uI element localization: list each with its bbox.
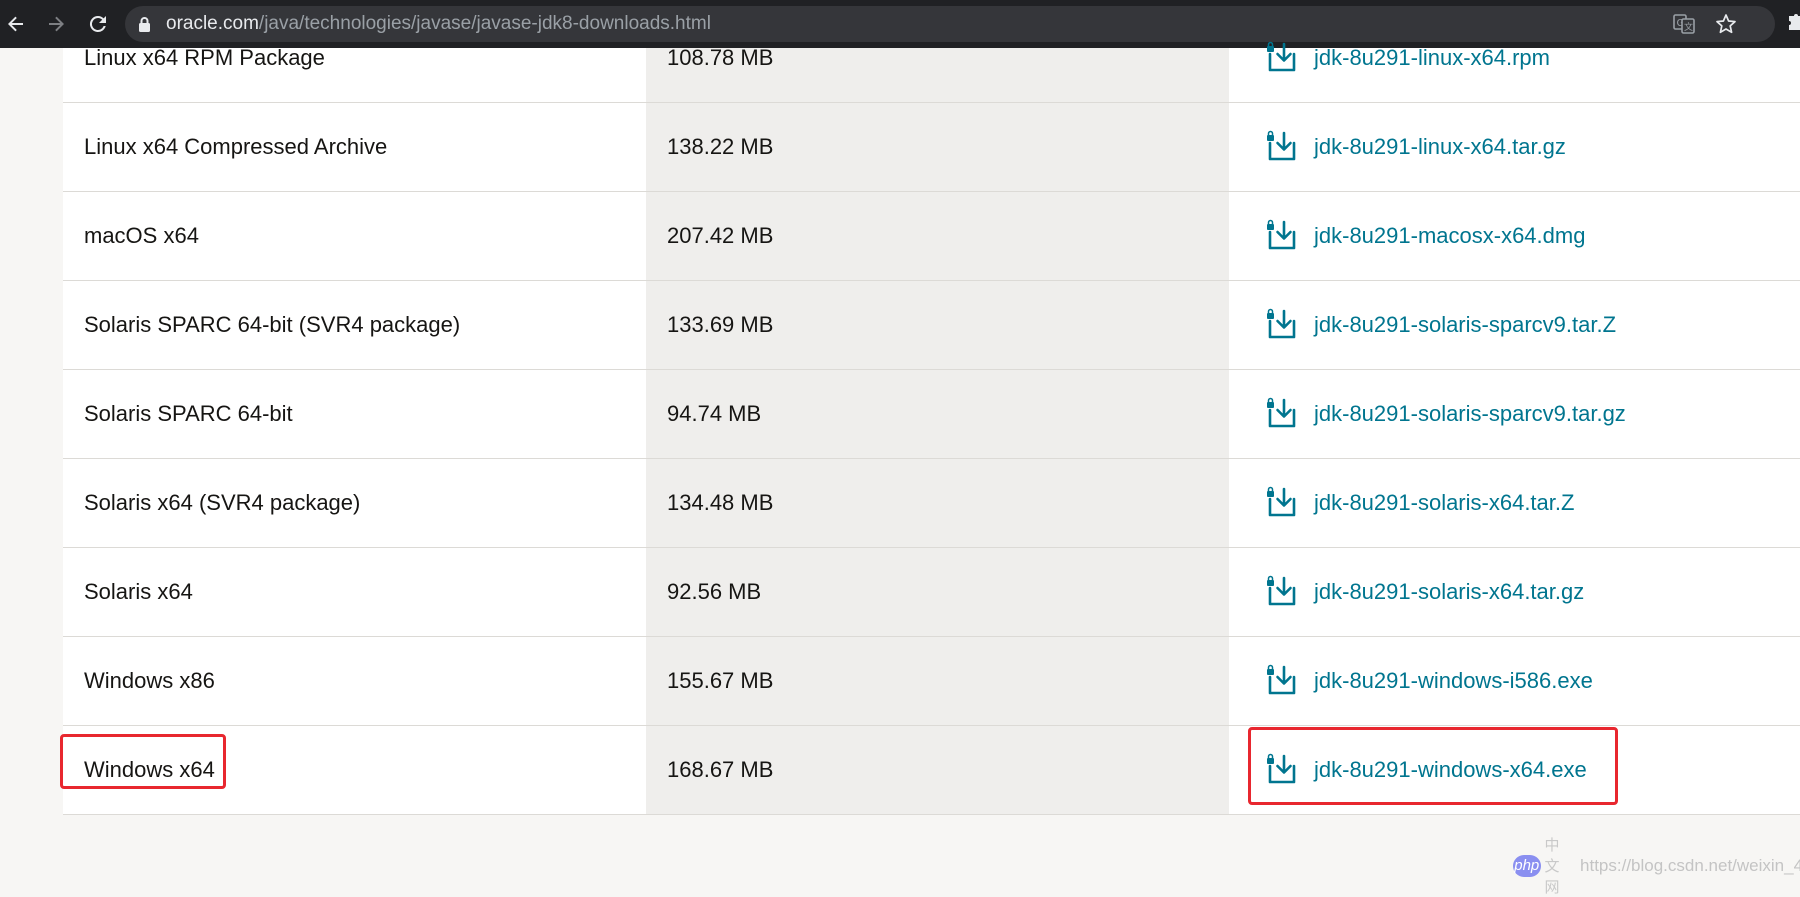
table-row: Linux x64 RPM Package 108.78 MB jdk-8u291-…: [63, 14, 1800, 103]
table-row: Linux x64 Compressed Archive 138.22 MB jdk…: [63, 103, 1800, 192]
product-name: Windows x86: [84, 668, 215, 693]
download-cell[interactable]: jdk-8u291-solaris-sparcv9.tar.gz: [1264, 370, 1626, 458]
product-name: Linux x64 RPM Package: [84, 45, 325, 70]
product-name: Solaris x64: [84, 579, 193, 604]
download-icon[interactable]: [1264, 396, 1300, 432]
download-cell[interactable]: jdk-8u291-macosx-x64.dmg: [1264, 192, 1585, 280]
watermark-url: https://blog.csdn.net/weixin_43884234: [1580, 855, 1800, 875]
download-cell[interactable]: jdk-8u291-solaris-x64.tar.gz: [1264, 548, 1584, 636]
watermark: php 中文网 https://blog.csdn.net/weixin_438…: [1513, 834, 1800, 897]
table-row: Solaris x64 92.56 MB jdk-8u291-solaris-x64…: [63, 548, 1800, 637]
download-icon[interactable]: [1264, 307, 1300, 343]
download-icon[interactable]: [1264, 663, 1300, 699]
downloads-table: Linux x64 RPM Package 108.78 MB jdk-8u291-…: [63, 41, 1800, 815]
watermark-cn: 中文网: [1544, 837, 1560, 896]
download-cell[interactable]: jdk-8u291-linux-x64.rpm: [1264, 14, 1550, 102]
product-name: Solaris x64 (SVR4 package): [84, 490, 361, 515]
download-link[interactable]: jdk-8u291-linux-x64.rpm: [1314, 45, 1550, 71]
download-link[interactable]: jdk-8u291-solaris-sparcv9.tar.Z: [1314, 312, 1616, 338]
file-size: 138.22 MB: [667, 134, 774, 159]
php-logo: php: [1513, 854, 1541, 877]
file-size: 133.69 MB: [667, 312, 774, 337]
highlight-box-windows-x64-download: [1248, 727, 1618, 805]
download-link[interactable]: jdk-8u291-solaris-x64.tar.Z: [1314, 490, 1574, 516]
table-row: Solaris SPARC 64-bit 94.74 MB jdk-8u291-so…: [63, 370, 1800, 459]
download-link[interactable]: jdk-8u291-solaris-sparcv9.tar.gz: [1314, 401, 1626, 427]
download-link[interactable]: jdk-8u291-linux-x64.tar.gz: [1314, 134, 1566, 160]
download-cell[interactable]: jdk-8u291-solaris-x64.tar.Z: [1264, 459, 1574, 547]
product-name: Solaris SPARC 64-bit (SVR4 package): [84, 312, 461, 337]
table-row: Solaris x64 (SVR4 package) 134.48 MB jdk-8…: [63, 459, 1800, 548]
file-size: 92.56 MB: [667, 579, 762, 604]
download-cell[interactable]: jdk-8u291-solaris-sparcv9.tar.Z: [1264, 281, 1616, 369]
product-name: Linux x64 Compressed Archive: [84, 134, 388, 159]
download-cell[interactable]: jdk-8u291-windows-i586.exe: [1264, 637, 1593, 725]
table-row: Solaris SPARC 64-bit (SVR4 package) 133.6…: [63, 281, 1800, 370]
download-icon[interactable]: [1264, 40, 1300, 76]
download-cell[interactable]: jdk-8u291-linux-x64.tar.gz: [1264, 103, 1566, 191]
file-size: 155.67 MB: [667, 668, 774, 693]
back-icon[interactable]: [1, 9, 31, 39]
download-icon[interactable]: [1264, 218, 1300, 254]
file-size: 134.48 MB: [667, 490, 774, 515]
download-link[interactable]: jdk-8u291-macosx-x64.dmg: [1314, 223, 1585, 249]
table-row: Windows x86 155.67 MB jdk-8u291-windows-i5…: [63, 637, 1800, 726]
download-icon[interactable]: [1264, 485, 1300, 521]
product-name: Solaris SPARC 64-bit: [84, 401, 293, 426]
table-row: macOS x64 207.42 MB jdk-8u291-macosx-x64.d…: [63, 192, 1800, 281]
highlight-box-windows-x64: [60, 734, 226, 789]
download-link[interactable]: jdk-8u291-windows-i586.exe: [1314, 668, 1593, 694]
file-size: 108.78 MB: [667, 45, 774, 70]
download-icon[interactable]: [1264, 574, 1300, 610]
download-link[interactable]: jdk-8u291-solaris-x64.tar.gz: [1314, 579, 1584, 605]
file-size: 207.42 MB: [667, 223, 774, 248]
file-size: 168.67 MB: [667, 757, 774, 782]
download-icon[interactable]: [1264, 129, 1300, 165]
product-name: macOS x64: [84, 223, 199, 248]
file-size: 94.74 MB: [667, 401, 762, 426]
